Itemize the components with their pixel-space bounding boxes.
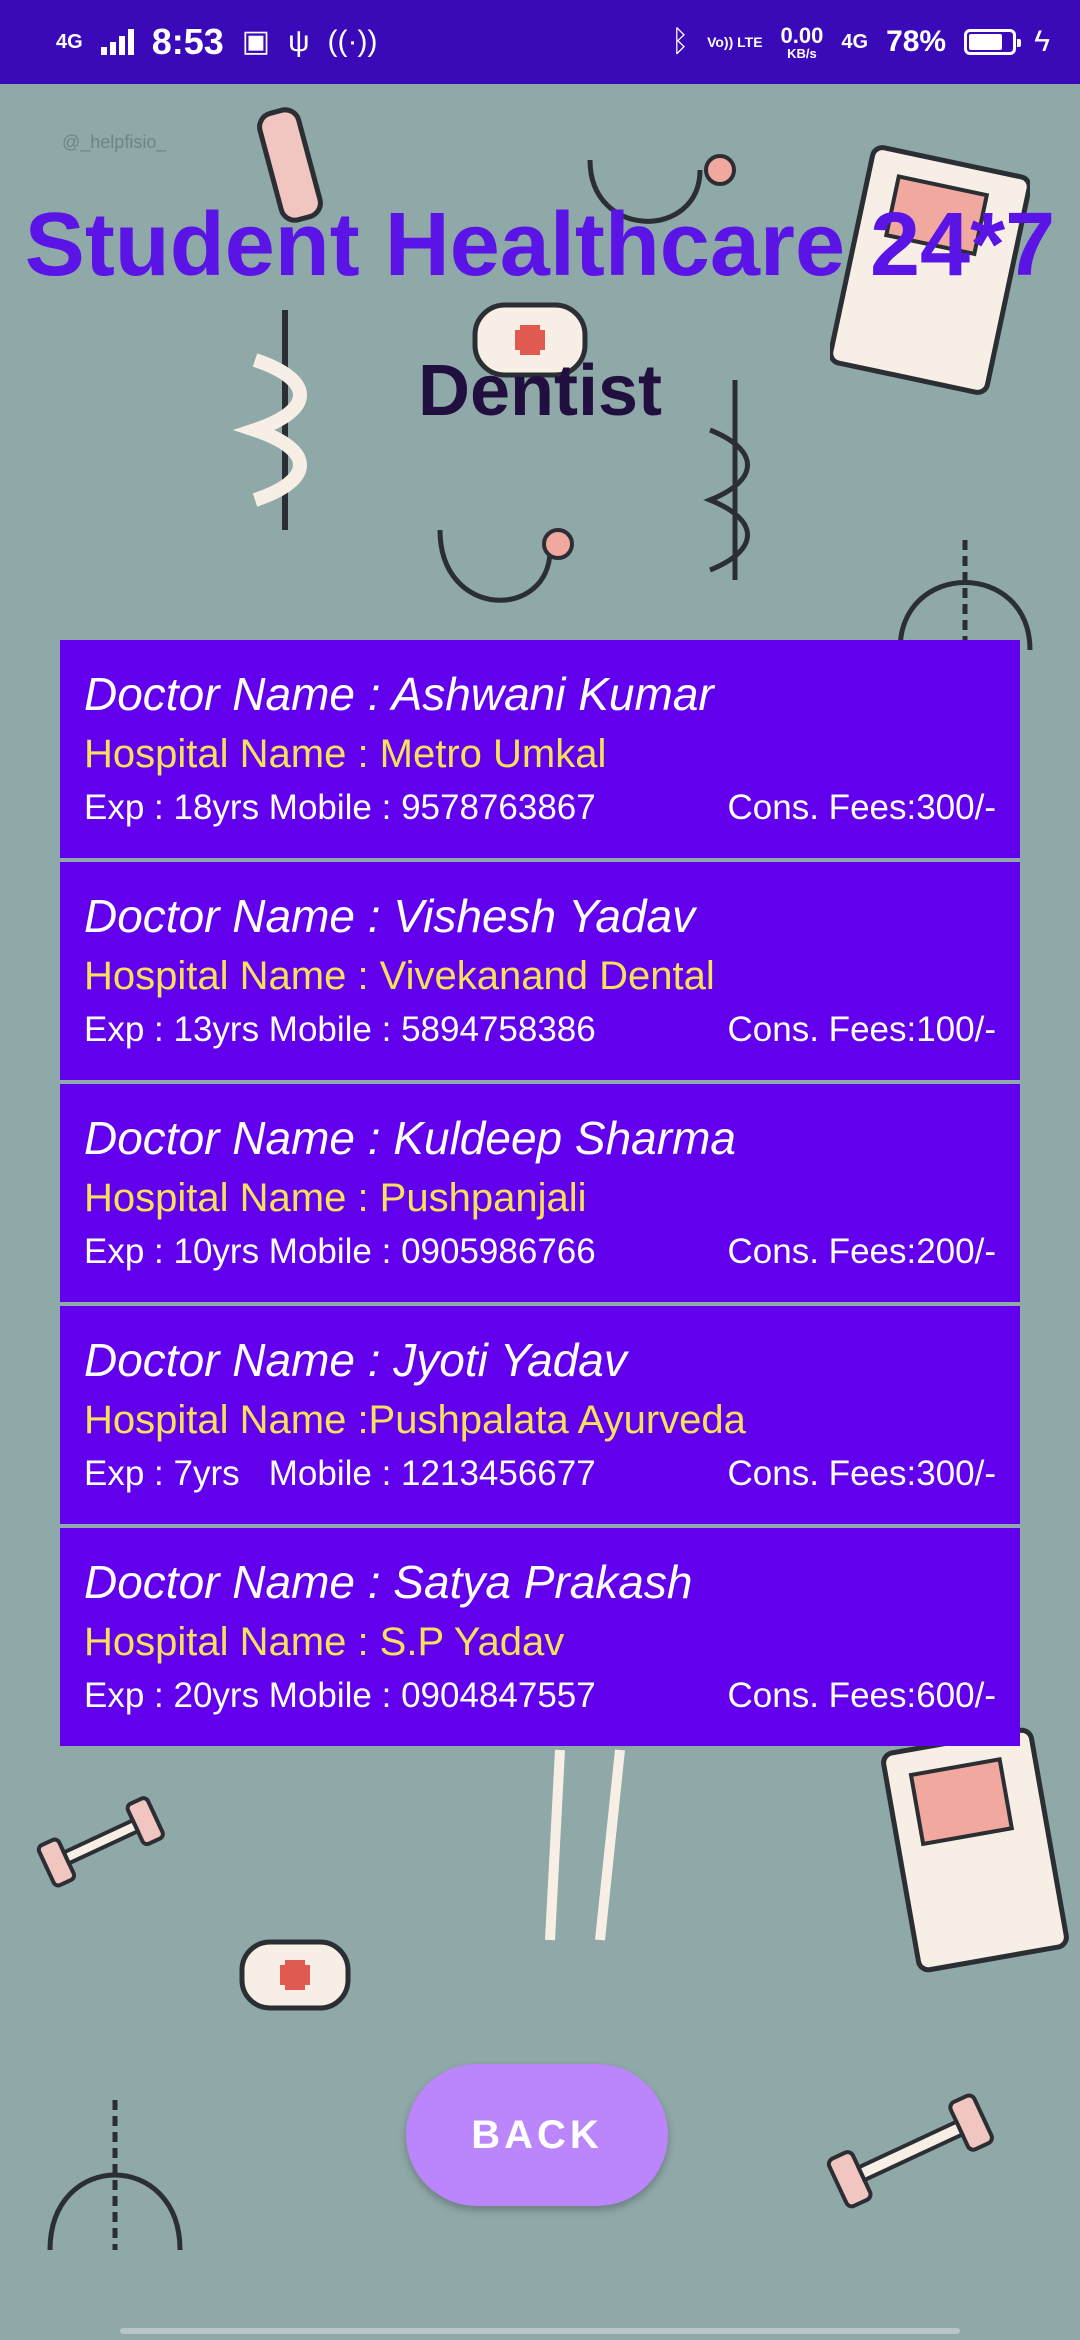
experience-mobile: Exp : 18yrs Mobile : 9578763867 [84,788,596,827]
charging-icon: ϟ [1034,25,1050,58]
doctor-card[interactable]: Doctor Name : Ashwani Kumar Hospital Nam… [60,640,1020,858]
doctor-info-row: Exp : 13yrs Mobile : 5894758386 Cons. Fe… [84,1006,996,1054]
watermark: @_helpfisio_ [62,132,167,152]
hospital-name: Hospital Name : S.P Yadav [84,1620,565,1664]
data-speed-value: 0.00 [780,22,824,48]
crutches-icon [545,1749,625,1941]
doctor-card[interactable]: Doctor Name : Satya Prakash Hospital Nam… [60,1528,1020,1746]
data-speed-unit: KB/s [787,45,817,61]
usb-icon: ψ [288,25,310,58]
doctor-name: Doctor Name : Jyoti Yadav [84,1334,627,1386]
bandage-icon-2 [239,1939,351,2011]
doctor-info-row: Exp : 18yrs Mobile : 9578763867 Cons. Fe… [84,784,996,832]
spine-icon [897,540,1033,651]
hospital-name: Hospital Name : Vivekanand Dental [84,954,715,998]
doctor-name: Doctor Name : Ashwani Kumar [84,668,714,720]
doctor-list: Doctor Name : Ashwani Kumar Hospital Nam… [60,640,1020,1750]
hospital-name: Hospital Name :Pushpalata Ayurveda [84,1398,746,1442]
stethoscope-icon-2 [437,528,574,603]
hospital-name: Hospital Name : Metro Umkal [84,732,607,776]
bluetooth-icon: ᛒ [671,25,690,58]
consultation-fees: Cons. Fees:200/- [727,1232,996,1271]
doctor-name: Doctor Name : Vishesh Yadav [84,890,696,942]
clock: 8:53 [151,21,224,62]
experience-mobile: Exp : 20yrs Mobile : 0904847557 [84,1676,596,1715]
doctor-name: Doctor Name : Kuldeep Sharma [84,1112,736,1164]
battery-percent: 78% [886,25,947,58]
data-speed: 0.00 KB/s [780,22,824,61]
battery-fill [969,34,1002,50]
experience-mobile: Exp : 7yrs Mobile : 1213456677 [84,1454,596,1493]
experience-mobile: Exp : 10yrs Mobile : 0905986766 [84,1232,596,1271]
hotspot-icon: ((·)) [327,25,378,58]
doctor-name: Doctor Name : Satya Prakash [84,1556,693,1608]
network-type: 4G [56,31,83,53]
status-bar: 4G 8:53 ▣ ψ ((·)) ᛒ Vo)) LTE 0.00 KB/s 4… [0,0,1080,84]
battery-icon [964,29,1022,55]
doctor-info-row: Exp : 10yrs Mobile : 0905986766 Cons. Fe… [84,1228,996,1276]
dumbbell-icon [36,1796,165,1888]
doctor-card[interactable]: Doctor Name : Jyoti Yadav Hospital Name … [60,1306,1020,1524]
app-title: Student Healthcare 24*7 [24,195,1056,295]
doctor-info-row: Exp : 20yrs Mobile : 0904847557 Cons. Fe… [84,1672,996,1720]
page-title: Dentist [417,351,663,431]
doctor-card[interactable]: Doctor Name : Kuldeep Sharma Hospital Na… [60,1084,1020,1302]
navigation-gesture-bar[interactable] [120,2328,960,2334]
notification-app-icon: ▣ [241,25,271,58]
dumbbell-icon-2 [826,2093,994,2209]
back-button[interactable]: BACK [406,2064,668,2206]
spine-icon-2 [47,2100,183,2251]
consultation-fees: Cons. Fees:300/- [727,1454,996,1493]
network-type-right: 4G [841,31,869,53]
consultation-fees: Cons. Fees:300/- [727,788,996,827]
ice-pack-icon-2 [881,1727,1069,1973]
doctor-info-row: Exp : 7yrs Mobile : 1213456677 Cons. Fee… [84,1450,996,1498]
doctor-card[interactable]: Doctor Name : Vishesh Yadav Hospital Nam… [60,862,1020,1080]
volte-indicator: Vo)) LTE [707,33,763,50]
consultation-fees: Cons. Fees:600/- [727,1676,996,1715]
signal-icon [100,29,134,55]
hospital-name: Hospital Name : Pushpanjali [84,1176,587,1220]
consultation-fees: Cons. Fees:100/- [727,1010,996,1049]
experience-mobile: Exp : 13yrs Mobile : 5894758386 [84,1010,596,1049]
